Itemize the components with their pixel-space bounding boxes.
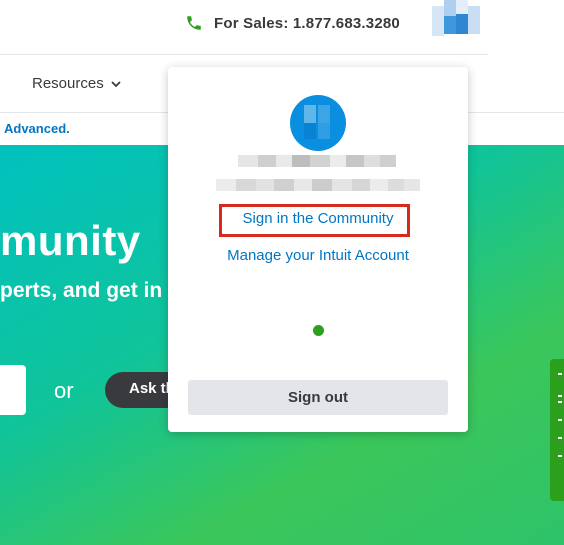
online-status-dot [313,325,324,336]
redacted-user-name [238,155,396,167]
feedback-side-tab[interactable] [550,359,564,501]
nav-resources-label: Resources [32,75,104,92]
hero-search-input[interactable] [0,365,26,415]
hero-title: munity [0,217,141,264]
chevron-down-icon [111,80,121,87]
nav-resources[interactable]: Resources [32,75,122,92]
phone-icon [187,16,201,30]
sign-out-button[interactable]: Sign out [188,380,448,415]
account-avatar [290,95,346,151]
hero-or-label: or [54,378,74,403]
manage-account-link[interactable]: Manage your Intuit Account [168,247,468,264]
top-bar: For Sales: 1.877.683.3280 [0,0,564,55]
sales-phone-number[interactable]: For Sales: 1.877.683.3280 [214,15,400,32]
advanced-link[interactable]: Advanced. [4,121,70,136]
account-menu: Sign in the Community Manage your Intuit… [168,67,468,432]
redacted-user-email [216,179,420,191]
hero-subtitle: perts, and get in [0,279,163,302]
sign-in-community-link[interactable]: Sign in the Community [168,210,468,227]
user-avatar-button[interactable] [432,0,480,40]
